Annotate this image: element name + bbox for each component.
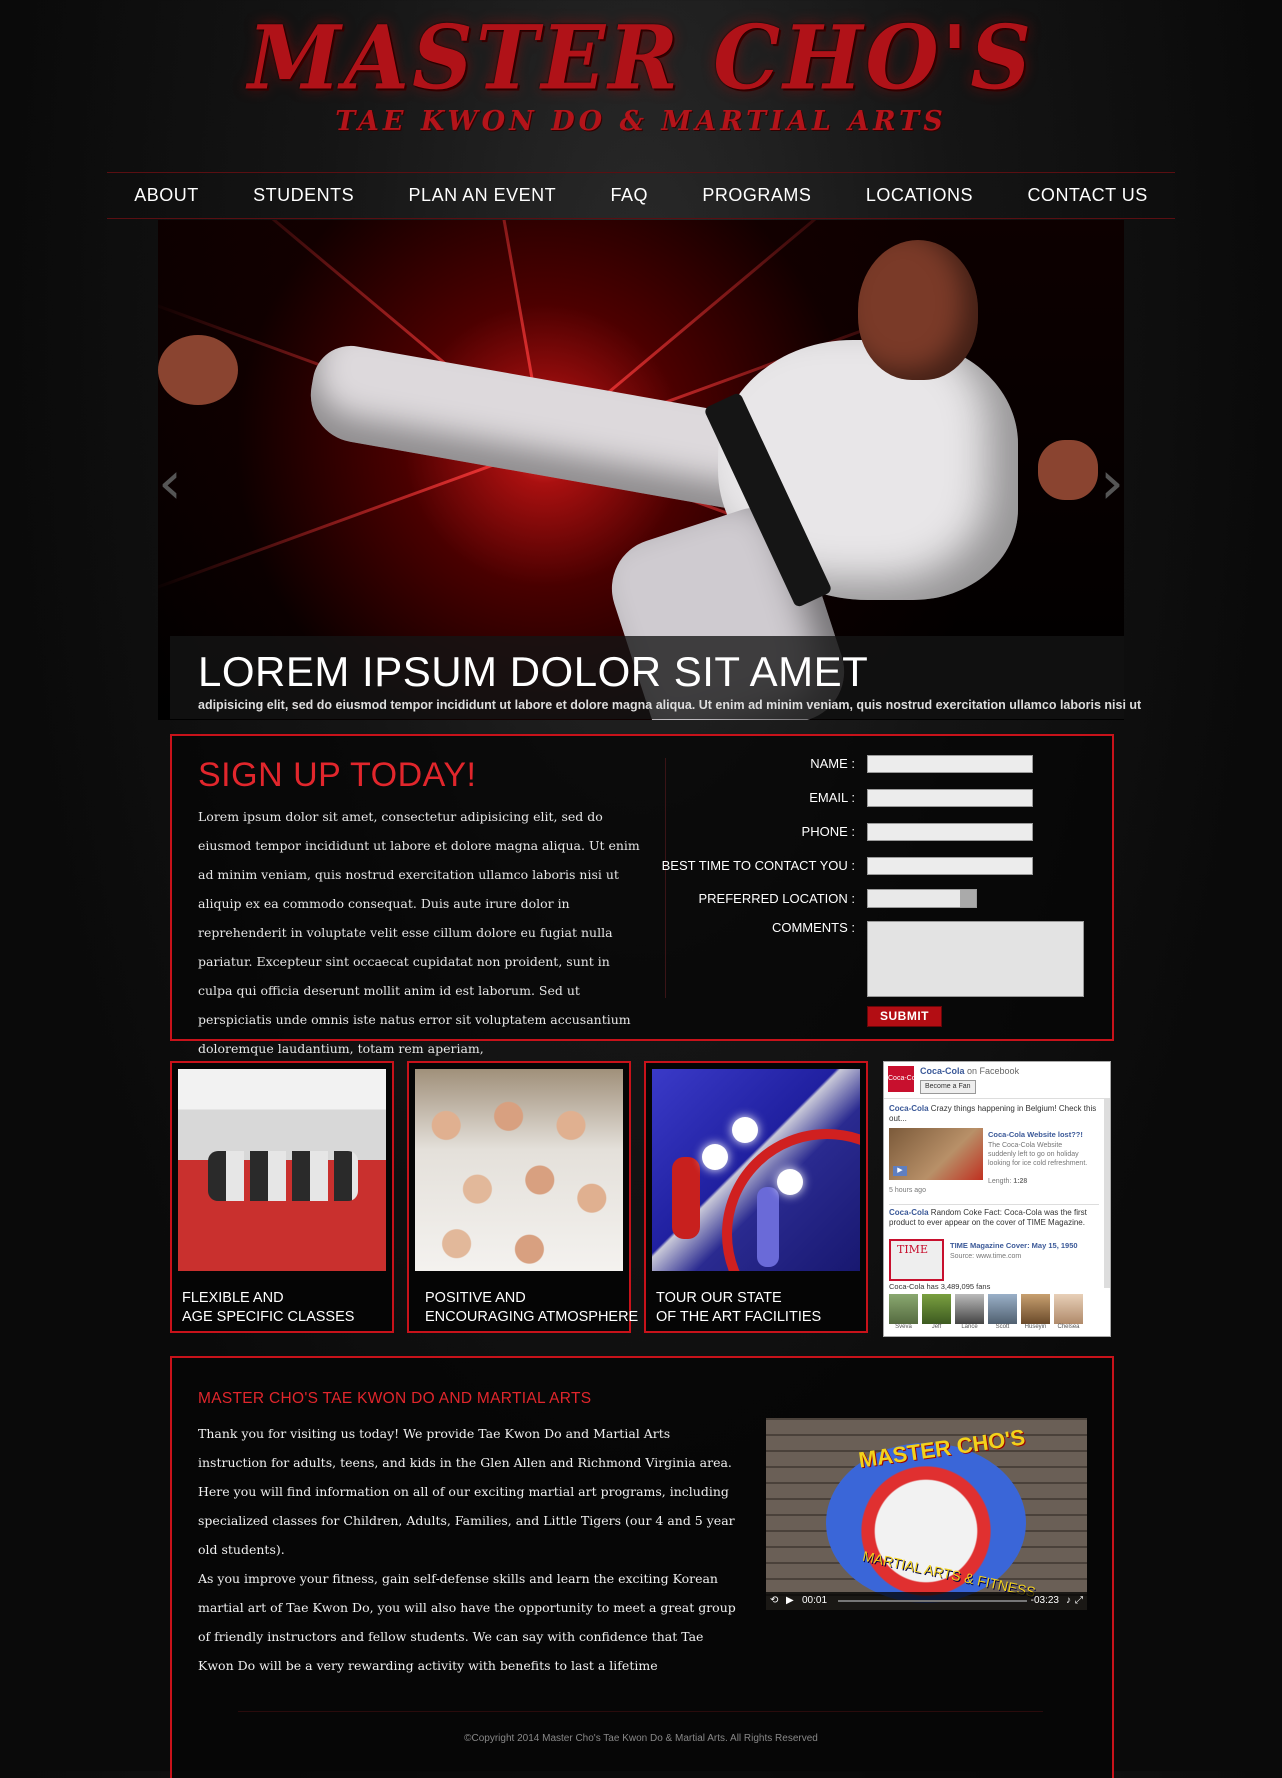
fan-avatar[interactable]: Lance xyxy=(955,1294,984,1330)
video-player[interactable]: MASTER CHO'S MARTIAL ARTS & FITNESS ⟲ ▶ … xyxy=(766,1418,1087,1610)
fb-link-title[interactable]: TIME Magazine Cover: May 15, 1950 xyxy=(950,1241,1078,1250)
signup-title: SIGN UP TODAY! xyxy=(198,756,477,794)
about-title: MASTER CHO'S TAE KWON DO AND MARTIAL ART… xyxy=(198,1390,592,1407)
fb-fan-row: Sveva Jeff Lance Scott Hüseyin Chelsea xyxy=(889,1294,1083,1330)
fan-avatar[interactable]: Scott xyxy=(988,1294,1017,1330)
fb-link-title[interactable]: Coca-Cola Website lost??! xyxy=(988,1130,1083,1139)
hero-image-fist xyxy=(1038,440,1098,500)
nav-about[interactable]: ABOUT xyxy=(134,185,199,206)
about-paragraph-1: Thank you for visiting us today! We prov… xyxy=(198,1426,735,1557)
fb-post: Coca-Cola Random Coke Fact: Coca-Cola wa… xyxy=(889,1204,1099,1228)
comments-label: COMMENTS : xyxy=(771,920,855,935)
chevron-left-icon[interactable]: ‹ xyxy=(158,448,182,518)
fan-avatar[interactable]: Sveva xyxy=(889,1294,918,1330)
dojo-photo xyxy=(178,1069,386,1271)
video-controls: ⟲ ▶ 00:01 -03:23 ♪ ⤢ xyxy=(766,1592,1087,1610)
site-logo[interactable]: MASTER CHO'S TAE KWON DO & MARTIAL ARTS xyxy=(0,5,1282,137)
email-field[interactable] xyxy=(867,789,1033,807)
dropdown-icon xyxy=(960,890,976,907)
hero-image-head xyxy=(858,240,978,380)
fb-page-name[interactable]: Coca-Cola on Facebook xyxy=(920,1066,1019,1076)
feature-atmosphere[interactable]: POSITIVE AND ENCOURAGING ATMOSPHERE xyxy=(407,1061,638,1333)
email-label: EMAIL : xyxy=(809,790,855,805)
play-icon[interactable]: ▶ xyxy=(786,1595,794,1606)
logo-subtitle: TAE KWON DO & MARTIAL ARTS xyxy=(335,106,947,137)
feature-caption: POSITIVE AND ENCOURAGING ATMOSPHERE xyxy=(425,1290,639,1325)
fb-time: 5 hours ago xyxy=(889,1187,926,1194)
about-paragraph-2: As you improve your fitness, gain self-d… xyxy=(198,1571,736,1673)
fb-header: Coca‑Cola Coca-Cola on Facebook Become a… xyxy=(884,1062,1110,1099)
fan-avatar[interactable]: Chelsea xyxy=(1054,1294,1083,1330)
remaining-time: -03:23 xyxy=(1030,1595,1059,1606)
replay-icon[interactable]: ⟲ xyxy=(770,1595,778,1606)
nav-plan-an-event[interactable]: PLAN AN EVENT xyxy=(409,185,557,206)
footer-copyright: ©Copyright 2014 Master Cho's Tae Kwon Do… xyxy=(464,1733,818,1744)
facility-photo xyxy=(652,1069,860,1271)
fb-link-desc: The Coca-Cola Website suddenly left to g… xyxy=(988,1142,1088,1167)
hero-image-leg xyxy=(303,339,783,516)
play-icon: ▶ xyxy=(893,1166,907,1176)
hero-title: LOREM IPSUM DOLOR SIT AMET xyxy=(198,648,869,695)
best-time-field[interactable] xyxy=(867,857,1033,875)
fb-scrollbar[interactable] xyxy=(1104,1098,1110,1288)
nav-faq[interactable]: FAQ xyxy=(611,185,649,206)
fan-avatar[interactable]: Jeff xyxy=(922,1294,951,1330)
nav-locations[interactable]: LOCATIONS xyxy=(866,185,973,206)
chevron-right-icon[interactable]: › xyxy=(1100,448,1124,518)
become-fan-button[interactable]: Become a Fan xyxy=(920,1080,976,1094)
logo-title: MASTER CHO'S xyxy=(247,5,1035,110)
video-thumbnail[interactable]: ▶ xyxy=(889,1128,983,1180)
seek-bar[interactable] xyxy=(838,1600,1027,1602)
name-label: NAME : xyxy=(810,756,855,771)
hero-subtitle: adipisicing elit, sed do eiusmod tempor … xyxy=(198,698,1142,712)
fan-avatar[interactable]: Hüseyin xyxy=(1021,1294,1050,1330)
fb-fans-count: Coca-Cola has 3,489,095 fans xyxy=(889,1282,991,1291)
location-select[interactable] xyxy=(867,889,977,908)
nav-contact-us[interactable]: CONTACT US xyxy=(1027,185,1147,206)
nav-students[interactable]: STUDENTS xyxy=(253,185,354,206)
location-label: PREFERRED LOCATION : xyxy=(698,891,855,906)
feature-facilities[interactable]: TOUR OUR STATE OF THE ART FACILITIES xyxy=(644,1061,868,1333)
fb-length: Length: 1:28 xyxy=(988,1178,1028,1185)
volume-icon[interactable]: ♪ xyxy=(1066,1595,1071,1606)
hero-image-foot xyxy=(158,335,238,405)
feature-caption: FLEXIBLE AND AGE SPECIFIC CLASSES xyxy=(182,1290,355,1325)
time-cover-thumbnail[interactable]: TIME xyxy=(889,1239,944,1281)
coca-cola-logo-icon: Coca‑Cola xyxy=(888,1066,921,1092)
best-time-label: BEST TIME TO CONTACT YOU : xyxy=(661,858,855,873)
students-photo xyxy=(415,1069,623,1271)
phone-label: PHONE : xyxy=(801,824,855,839)
nav-programs[interactable]: PROGRAMS xyxy=(702,185,811,206)
footer-divider xyxy=(238,1711,1043,1712)
facebook-widget[interactable]: Coca‑Cola Coca-Cola on Facebook Become a… xyxy=(883,1061,1111,1337)
main-nav: ABOUT STUDENTS PLAN AN EVENT FAQ PROGRAM… xyxy=(107,172,1175,219)
fb-post: Coca-Cola Crazy things happening in Belg… xyxy=(889,1104,1097,1123)
comments-textarea[interactable] xyxy=(867,921,1084,997)
elapsed-time: 00:01 xyxy=(802,1595,828,1606)
feature-caption: TOUR OUR STATE OF THE ART FACILITIES xyxy=(656,1290,822,1325)
feature-classes[interactable]: FLEXIBLE AND AGE SPECIFIC CLASSES xyxy=(170,1061,394,1333)
phone-field[interactable] xyxy=(867,823,1033,841)
fb-link-source: Source: www.time.com xyxy=(950,1253,1022,1260)
name-field[interactable] xyxy=(867,755,1033,773)
fullscreen-icon[interactable]: ⤢ xyxy=(1075,1595,1083,1606)
submit-button[interactable]: SUBMIT xyxy=(867,1006,942,1027)
